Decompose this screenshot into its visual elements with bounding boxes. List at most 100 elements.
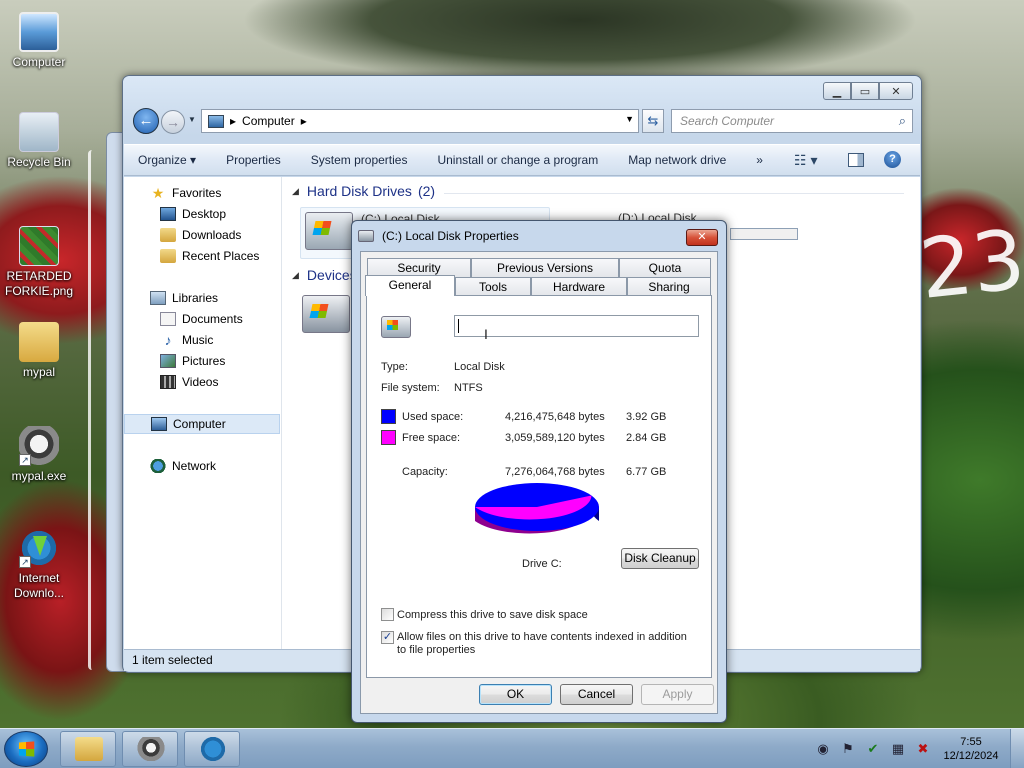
group-hard-disk-drives[interactable]: ◢ Hard Disk Drives (2) xyxy=(292,183,435,199)
free-space-label: Free space: xyxy=(402,432,461,444)
nav-documents[interactable]: Documents xyxy=(124,309,280,329)
dialog-body: Security Previous Versions Quota General… xyxy=(360,251,718,714)
raccoon-icon xyxy=(137,737,165,761)
group-devices[interactable]: ◢ Devices xyxy=(292,267,357,283)
compress-drive-checkbox[interactable] xyxy=(381,608,394,621)
minimize-button[interactable]: ▁ xyxy=(823,82,851,100)
navigation-pane: ★ Favorites Desktop Downloads Recent Plac… xyxy=(124,177,282,650)
organize-button[interactable]: Organize ▾ xyxy=(138,153,196,167)
desktop-icon-computer[interactable]: Computer xyxy=(1,12,77,70)
general-tab-page: I Type: Local Disk File system: NTFS Use… xyxy=(366,295,712,678)
desktop-icon-internet-download-manager[interactable]: ↗ Internet Downlo... xyxy=(1,528,77,601)
tab-sharing[interactable]: Sharing xyxy=(627,277,711,296)
tab-tools[interactable]: Tools xyxy=(455,277,531,296)
desktop-icon-mypal-exe[interactable]: ↗ mypal.exe xyxy=(1,426,77,484)
nav-downloads[interactable]: Downloads xyxy=(124,225,280,245)
desktop-icon-label: Internet Downlo... xyxy=(13,571,65,600)
start-button[interactable] xyxy=(4,731,48,767)
nav-videos[interactable]: Videos xyxy=(124,372,280,392)
change-view-icon[interactable]: ☷ ▾ xyxy=(794,152,817,169)
pictures-icon xyxy=(160,354,176,368)
disk-cleanup-button[interactable]: Disk Cleanup xyxy=(621,548,699,569)
system-properties-button[interactable]: System properties xyxy=(311,153,408,167)
separator xyxy=(381,575,699,576)
capacity-bytes: 7,276,064,768 bytes xyxy=(505,466,605,478)
clock[interactable]: 7:55 12/12/2024 xyxy=(940,735,1002,763)
group-count: (2) xyxy=(417,183,436,199)
taskbar-download-manager-button[interactable] xyxy=(184,731,240,767)
folder-icon xyxy=(75,737,103,761)
nav-libraries[interactable]: Libraries xyxy=(124,288,280,308)
close-button[interactable]: ✕ xyxy=(879,82,913,100)
compress-drive-label[interactable]: Compress this drive to save disk space xyxy=(397,609,588,621)
address-dropdown-icon[interactable]: ▼ xyxy=(625,114,634,124)
ok-button[interactable]: OK xyxy=(479,684,552,705)
dialog-close-button[interactable]: ✕ xyxy=(686,229,718,246)
removable-drive[interactable] xyxy=(302,295,350,333)
preview-pane-icon[interactable] xyxy=(848,153,864,167)
used-space-label: Used space: xyxy=(402,411,464,423)
tab-previous-versions[interactable]: Previous Versions xyxy=(471,258,619,277)
uninstall-program-button[interactable]: Uninstall or change a program xyxy=(437,153,598,167)
tab-hardware[interactable]: Hardware xyxy=(531,277,627,296)
more-commands-button[interactable]: » xyxy=(756,153,763,167)
network-icon xyxy=(150,459,166,473)
nav-desktop[interactable]: Desktop xyxy=(124,204,280,224)
desktop-icon-recycle-bin[interactable]: Recycle Bin xyxy=(1,112,77,170)
download-manager-tray-icon[interactable]: ◉ xyxy=(815,741,831,757)
tab-quota[interactable]: Quota xyxy=(619,258,711,277)
nav-favorites[interactable]: ★ Favorites xyxy=(124,183,280,203)
shortcut-arrow-icon: ↗ xyxy=(19,556,31,568)
computer-icon xyxy=(19,12,59,52)
back-button[interactable]: ← xyxy=(133,108,159,134)
nav-recent-places[interactable]: Recent Places xyxy=(124,246,280,266)
nav-music[interactable]: ♪ Music xyxy=(124,330,280,350)
nav-network[interactable]: Network xyxy=(124,456,280,476)
file-system-value: NTFS xyxy=(454,382,483,394)
used-space-gb: 3.92 GB xyxy=(626,411,667,423)
desktop-icon-image-file[interactable]: RETARDED FORKIE.png xyxy=(1,226,77,299)
volume-muted-icon[interactable]: ✖ xyxy=(915,741,931,757)
taskbar-mypal-button[interactable] xyxy=(122,731,178,767)
map-network-drive-button[interactable]: Map network drive xyxy=(628,153,726,167)
collapse-triangle-icon[interactable]: ◢ xyxy=(292,186,299,197)
nav-desktop-label: Desktop xyxy=(182,207,227,221)
breadcrumb-arrow-icon[interactable]: ▸ xyxy=(230,114,236,128)
allow-indexing-label[interactable]: Allow files on this drive to have conten… xyxy=(397,631,697,657)
nav-computer[interactable]: Computer xyxy=(124,414,280,434)
nav-documents-label: Documents xyxy=(182,312,243,326)
cancel-button[interactable]: Cancel xyxy=(560,684,633,705)
security-shield-icon[interactable]: ✔ xyxy=(865,741,881,757)
desktop-icon xyxy=(160,207,176,221)
nav-pictures[interactable]: Pictures xyxy=(124,351,280,371)
computer-icon xyxy=(208,114,224,128)
maximize-button[interactable]: ▭ xyxy=(851,82,879,100)
refresh-button[interactable]: ⇆ xyxy=(642,109,664,133)
image-file-icon xyxy=(19,226,59,266)
recent-pages-dropdown[interactable]: ▼ xyxy=(188,115,196,124)
dialog-title-bar[interactable]: (C:) Local Disk Properties xyxy=(358,229,519,243)
properties-button[interactable]: Properties xyxy=(226,153,281,167)
action-center-flag-icon[interactable]: ⚑ xyxy=(840,741,856,757)
search-input[interactable]: Search Computer ⌕ xyxy=(671,109,913,133)
network-icon[interactable]: ▦ xyxy=(890,741,906,757)
breadcrumb-computer[interactable]: Computer xyxy=(242,114,295,128)
drive-name-input[interactable] xyxy=(454,315,699,337)
breadcrumb-arrow-icon[interactable]: ▸ xyxy=(301,114,307,128)
nav-pictures-label: Pictures xyxy=(182,354,226,368)
collapse-triangle-icon[interactable]: ◢ xyxy=(292,270,299,281)
taskbar-explorer-button[interactable] xyxy=(60,731,116,767)
help-icon[interactable]: ? xyxy=(884,151,901,168)
nav-recent-places-label: Recent Places xyxy=(182,249,260,263)
tab-general[interactable]: General xyxy=(365,275,455,296)
separator xyxy=(381,455,699,456)
desktop-icon-mypal-folder[interactable]: mypal xyxy=(1,322,77,380)
search-icon[interactable]: ⌕ xyxy=(899,110,906,132)
desktop-icon-label: mypal xyxy=(22,365,55,379)
apply-button[interactable]: Apply xyxy=(641,684,714,705)
allow-indexing-checkbox[interactable]: ✓ xyxy=(381,631,394,644)
show-desktop-button[interactable] xyxy=(1010,729,1024,768)
forward-button[interactable]: → xyxy=(161,110,185,134)
address-bar[interactable]: ▸ Computer ▸ ▼ xyxy=(201,109,639,133)
libraries-icon xyxy=(150,291,166,305)
